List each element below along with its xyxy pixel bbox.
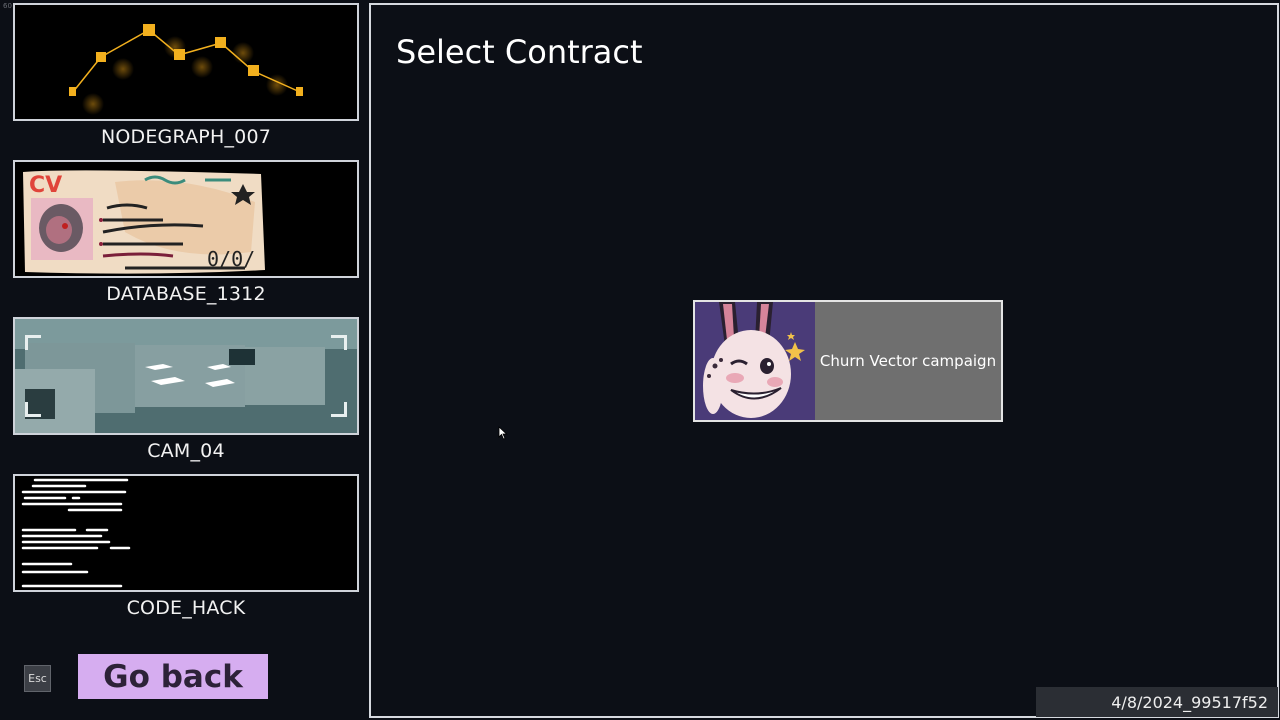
security-camera-icon [15, 319, 357, 433]
cam-thumbnail[interactable] [13, 317, 359, 435]
contract-card-label: Churn Vector campaign [819, 352, 997, 370]
svg-text:0/0/: 0/0/ [207, 247, 255, 271]
mouse-cursor-icon [498, 426, 508, 440]
sidebar-item-label: CAM_04 [147, 440, 225, 462]
sidebar-item-label: CODE_HACK [126, 597, 246, 619]
build-version: 4/8/2024_99517f52 [1036, 687, 1278, 717]
contract-card[interactable]: Churn Vector campaign [693, 300, 1003, 422]
code-lines-icon [21, 478, 131, 588]
database-thumbnail[interactable]: CV 0/0/ [13, 160, 359, 278]
page-title: Select Contract [396, 33, 643, 71]
minigame-sidebar: NODEGRAPH_007 CV 0/0/ DATABASE_1312 CAM_… [0, 0, 370, 720]
esc-key-hint: Esc [24, 665, 51, 692]
node-graph-icon [69, 24, 303, 115]
go-back-button[interactable]: Go back [78, 654, 268, 699]
sidebar-item-label: DATABASE_1312 [106, 283, 266, 305]
contract-panel: Select Contract Churn Vector campaign [369, 3, 1279, 718]
svg-text:CV: CV [29, 173, 62, 198]
id-card-icon: CV 0/0/ [23, 170, 265, 274]
contract-portrait [695, 302, 815, 420]
bunny-character-icon [695, 302, 815, 420]
sidebar-item-label: NODEGRAPH_007 [100, 126, 272, 148]
nodegraph-thumbnail[interactable] [13, 3, 359, 121]
code-hack-thumbnail[interactable] [13, 474, 359, 592]
